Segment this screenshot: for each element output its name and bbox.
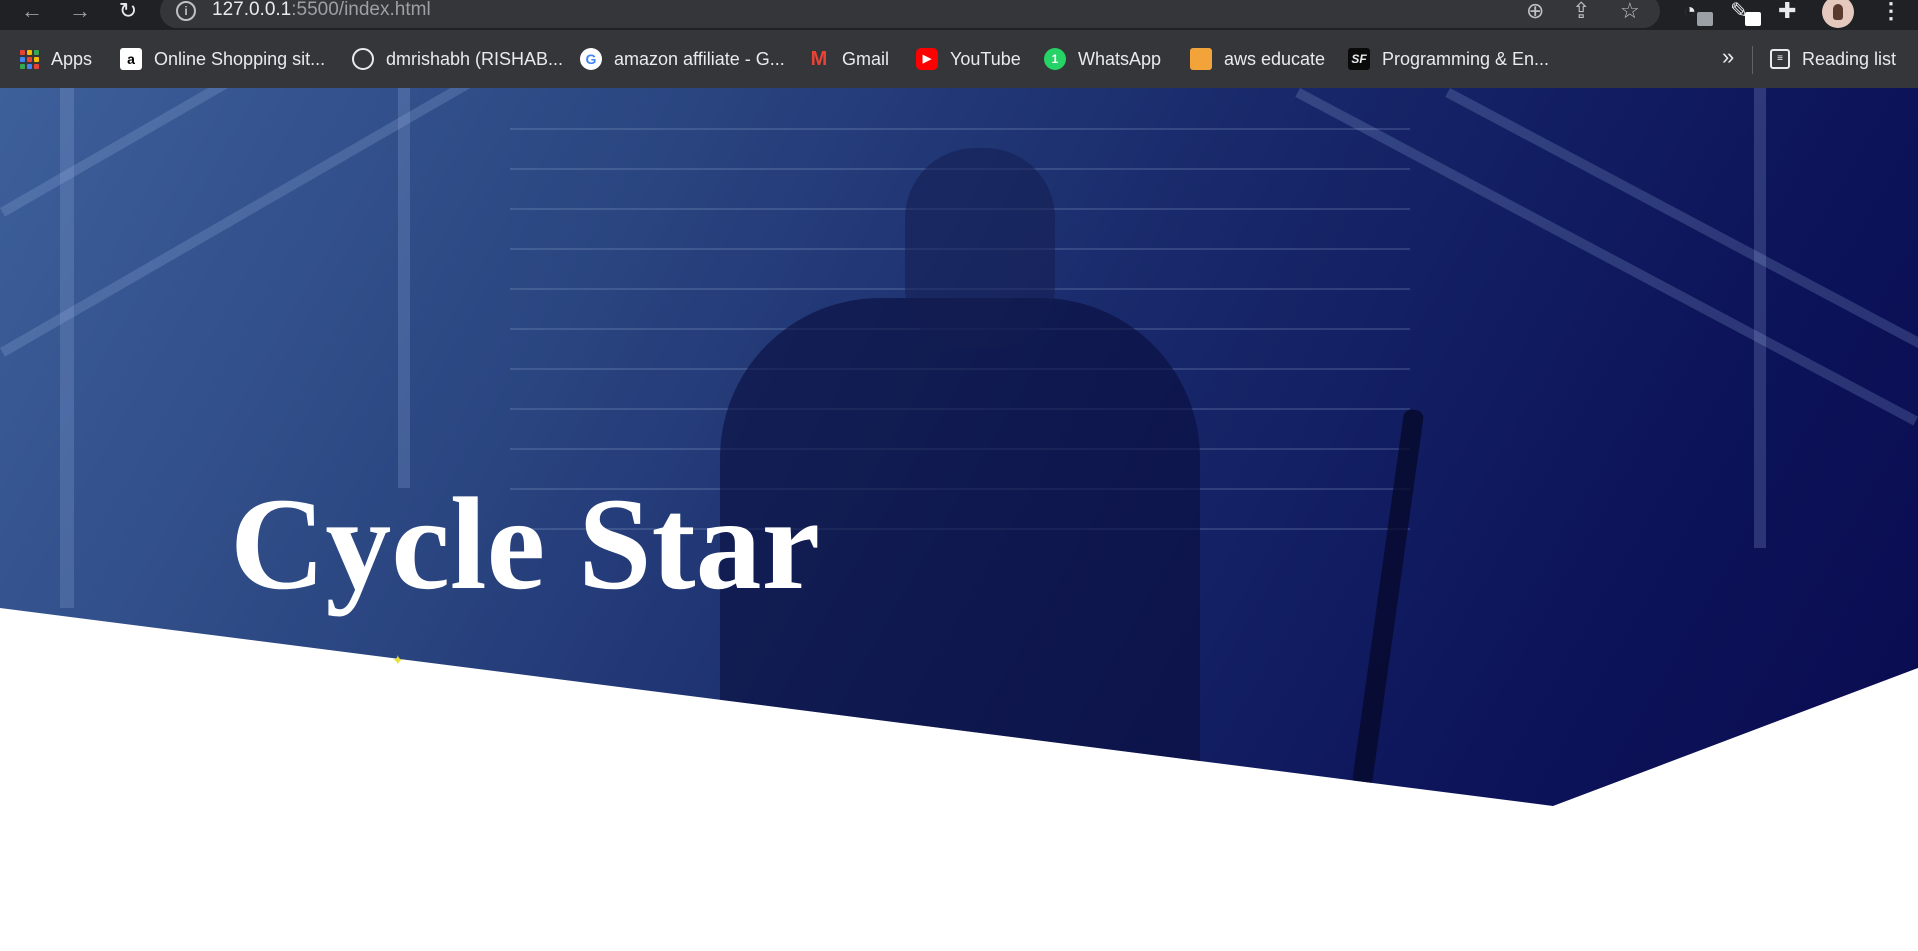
browser-toolbar: ← → ↻ i 127.0.0.1:5500/index.html ⊕ ⇪ ☆ … [0,0,1918,30]
sparkle-icon: ✦ [392,652,404,668]
hero-title: Cycle Star [230,470,821,617]
bookmark-label: dmrishabh (RISHAB... [386,48,564,69]
railing-bar [1445,88,1918,379]
bookmark-youtube[interactable]: ▶ YouTube [916,46,1021,72]
bookmark-label: YouTube [950,48,1021,69]
bookmark-github[interactable]: dmrishabh (RISHAB... [352,46,563,72]
reading-list-icon: ≡ [1770,49,1790,69]
bookmark-amazon-affiliate[interactable]: G amazon affiliate - G... [580,46,785,72]
stick-silhouette [1351,408,1425,788]
bookmark-label: Online Shopping sit... [154,48,326,69]
bookmark-label: amazon affiliate - G... [614,48,785,69]
url-path: :5500/index.html [291,0,431,20]
apps-grid-icon [20,49,39,69]
bookmark-gmail[interactable]: M Gmail [808,46,889,72]
url-text[interactable]: 127.0.0.1:5500/index.html [212,0,431,21]
bookmark-programming[interactable]: SF Programming & En... [1348,46,1549,72]
bookmark-label: Programming & En... [1382,48,1550,69]
hero-background [0,88,1918,806]
pen-badge [1745,12,1761,26]
bookmark-online-shopping[interactable]: a Online Shopping sit... [120,46,325,72]
zoom-icon[interactable]: ⊕ [1526,0,1544,24]
railing-bar [1295,88,1918,426]
extension-icon[interactable]: ◔ [1683,0,1696,24]
url-host: 127.0.0.1 [212,0,292,20]
bookmark-whatsapp[interactable]: 1 WhatsApp [1044,46,1161,72]
bookmark-label: Gmail [842,48,890,69]
youtube-icon: ▶ [916,48,938,70]
star-icon[interactable]: ☆ [1620,0,1640,24]
bookmark-aws-educate[interactable]: aws educate [1190,46,1325,72]
bookmark-label: WhatsApp [1078,48,1162,69]
info-icon[interactable]: i [176,1,196,21]
reload-icon[interactable]: ↻ [113,0,143,26]
bookmarks-bar: Apps a Online Shopping sit... dmrishabh … [0,30,1918,89]
share-icon[interactable]: ⇪ [1572,0,1590,24]
aws-box-icon [1190,48,1212,70]
sf-icon: SF [1348,48,1370,70]
bookmarks-divider [1752,46,1753,74]
bookmarks-overflow-icon[interactable]: » [1722,44,1734,70]
bookmark-apps[interactable]: Apps [20,46,92,72]
github-icon [352,48,374,70]
amazon-icon: a [120,48,142,70]
bookmark-label: Apps [51,48,93,69]
railing-bar [0,88,542,357]
reading-list-label: Reading list [1802,48,1897,69]
railing-post [1754,88,1766,548]
hero-section: Cycle Star ✦ [0,88,1918,951]
menu-icon[interactable]: ⋮ [1880,0,1902,24]
whatsapp-icon: 1 [1044,48,1066,70]
stair-line [510,128,1410,130]
back-arrow-icon[interactable]: ← [17,0,47,26]
google-icon: G [580,48,602,70]
gmail-icon: M [810,48,828,70]
forward-arrow-icon[interactable]: → [65,0,95,26]
avatar[interactable] [1822,0,1854,28]
person-head [905,148,1055,348]
puzzle-icon[interactable]: ✚ [1778,0,1796,24]
extension-badge [1697,12,1713,26]
reading-list-button[interactable]: ≡ Reading list [1770,46,1896,72]
bookmark-label: aws educate [1224,48,1326,69]
railing-post [398,88,410,488]
